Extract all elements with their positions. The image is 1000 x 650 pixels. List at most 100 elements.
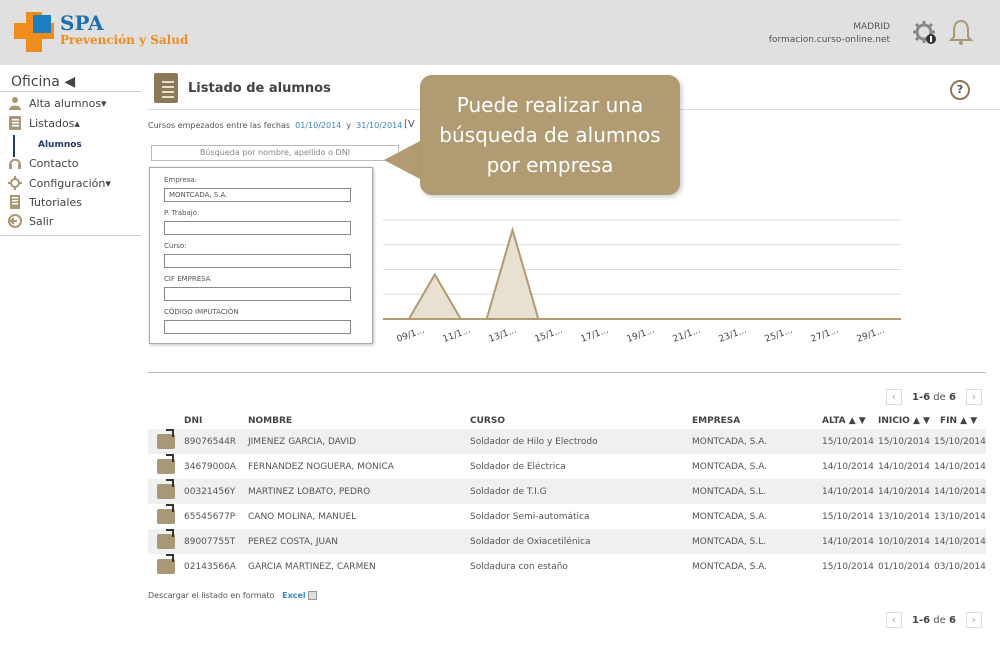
codigo-field[interactable] <box>164 320 351 334</box>
tick-label: 29/1... <box>856 326 886 345</box>
empresa-field[interactable]: MONTCADA, S.A. <box>164 188 351 202</box>
pager-text: 1-6 de 6 <box>912 614 956 626</box>
edit-student-icon[interactable] <box>157 554 175 574</box>
col-curso: CURSO <box>470 416 505 426</box>
search-input[interactable]: Búsqueda por nombre, apellido o DNI <box>151 145 399 161</box>
excel-icon[interactable] <box>308 591 318 600</box>
help-tooltip: Puede realizar una búsqueda de alumnos p… <box>420 75 680 195</box>
edit-student-icon[interactable] <box>157 529 175 549</box>
sidebar-item-alta-alumnos[interactable]: Alta alumnos▾ <box>8 96 107 110</box>
date-from[interactable]: 01/10/2014 <box>295 121 341 130</box>
table-row[interactable]: 89076544R JIMENEZ GARCIA, DAVID Soldador d… <box>148 429 986 454</box>
cif-label: CIF EMPRESA <box>164 275 211 283</box>
bell-icon[interactable] <box>948 18 974 46</box>
cell-alta: 14/10/2014 <box>822 462 874 472</box>
date-and: y <box>346 121 352 130</box>
cell-alta: 15/10/2014 <box>822 437 874 447</box>
tick-label: 17/1... <box>580 326 610 345</box>
gear-icon <box>8 176 22 190</box>
spa-logo[interactable] <box>14 12 54 52</box>
excel-link[interactable]: Excel <box>282 591 306 600</box>
cell-nombre: FERNANDEZ NOGUERA, MONICA <box>248 462 394 472</box>
sidebar-item-tutoriales[interactable]: Tutoriales <box>8 195 82 209</box>
cell-fin: 13/10/2014 <box>934 512 986 522</box>
pager-text: 1-6 de 6 <box>912 391 956 403</box>
table-row[interactable]: 89007755T PEREZ COSTA, JUAN Soldador de Ox… <box>148 529 986 554</box>
sidebar-divider <box>0 235 141 236</box>
sidebar-item-salir[interactable]: Salir <box>8 214 53 228</box>
cell-inicio: 15/10/2014 <box>878 437 930 447</box>
next-page-button[interactable]: › <box>965 389 982 405</box>
edit-student-icon[interactable] <box>157 504 175 524</box>
table-row[interactable]: 34679000A FERNANDEZ NOGUERA, MONICA Soldad… <box>148 454 986 479</box>
pager-bottom: ‹ 1-6 de 6 › <box>886 612 982 628</box>
sidebar-item-contacto[interactable]: Contacto <box>8 156 79 170</box>
edit-student-icon[interactable] <box>157 479 175 499</box>
edit-student-icon[interactable] <box>157 454 175 474</box>
cell-fin: 14/10/2014 <box>934 537 986 547</box>
sidebar-item-configuracion[interactable]: Configuración▾ <box>8 176 111 190</box>
settings-gear-icon[interactable] <box>912 20 938 46</box>
tooltip-line: Puede realizar una <box>456 93 644 117</box>
prev-page-button[interactable]: ‹ <box>886 389 902 405</box>
tick-label: 15/1... <box>534 326 564 345</box>
table-row[interactable]: 02143566A GARCIA MARTINEZ, CARMEN Soldadur… <box>148 554 986 579</box>
sidebar-item-label: Contacto <box>29 156 79 170</box>
cell-empresa: MONTCADA, S.A. <box>692 562 768 572</box>
col-inicio-sort[interactable]: INICIO ▲ ▼ <box>878 416 930 426</box>
cell-curso: Soldador de Oxiacetilénica <box>470 537 591 547</box>
tick-label: 25/1... <box>764 326 794 345</box>
trabajo-field[interactable] <box>164 221 351 235</box>
header-url: formacion.curso-online.net <box>768 35 890 45</box>
cif-field[interactable] <box>164 287 351 301</box>
curso-label: Curso: <box>164 242 187 250</box>
view-link[interactable]: [V <box>404 119 415 130</box>
date-to[interactable]: 31/10/2014 <box>356 121 402 130</box>
help-icon[interactable]: ? <box>950 80 970 100</box>
tick-label: 23/1... <box>718 326 748 345</box>
book-icon <box>8 195 22 209</box>
sidebar-item-label: Tutoriales <box>29 195 82 209</box>
col-nombre: NOMBRE <box>248 416 293 426</box>
date-range: Cursos empezados entre las fechas 01/10/… <box>148 121 402 130</box>
cell-fin: 03/10/2014 <box>934 562 986 572</box>
tick-label: 27/1... <box>810 326 840 345</box>
clipboard-icon <box>154 73 178 103</box>
cell-fin: 15/10/2014 <box>934 437 986 447</box>
export-line: Descargar el listado en formato Excel <box>148 591 318 600</box>
top-header: SPA Prevención y Salud MADRID formacion.… <box>0 0 1000 65</box>
table-header: DNI NOMBRE CURSO EMPRESA ALTA ▲ ▼ INICIO… <box>148 413 986 429</box>
tick-label: 13/1... <box>488 326 518 345</box>
cell-nombre: CANO MOLINA, MANUEL <box>248 512 357 522</box>
col-fin-sort[interactable]: FIN ▲ ▼ <box>940 416 977 426</box>
tick-label: 09/1... <box>396 326 426 345</box>
cell-dni: 89076544R <box>184 437 237 447</box>
sidebar-item-label: Configuración▾ <box>29 176 111 190</box>
cell-empresa: MONTCADA, S.L. <box>692 487 767 497</box>
cell-inicio: 10/10/2014 <box>878 537 930 547</box>
table-row[interactable]: 65545677P CANO MOLINA, MANUEL Soldador Sem… <box>148 504 986 529</box>
sidebar-item-listados[interactable]: Listados▴ <box>8 116 80 130</box>
cell-inicio: 14/10/2014 <box>878 487 930 497</box>
trabajo-label: P. Trabajo: <box>164 209 200 217</box>
export-label: Descargar el listado en formato <box>148 591 275 600</box>
cell-curso: Soldador de T.I.G <box>470 487 547 497</box>
next-page-button[interactable]: › <box>965 612 982 628</box>
tooltip-tail <box>384 140 422 180</box>
curso-field[interactable] <box>164 254 351 268</box>
tick-label: 11/1... <box>442 326 472 345</box>
tooltip-line: búsqueda de alumnos <box>439 123 661 147</box>
cell-curso: Soldador de Hilo y Electrodo <box>470 437 598 447</box>
sidebar-item-label: Listados▴ <box>29 116 80 130</box>
header-city: MADRID <box>853 22 890 32</box>
col-alta-sort[interactable]: ALTA ▲ ▼ <box>822 416 866 426</box>
edit-student-icon[interactable] <box>157 429 175 449</box>
prev-page-button[interactable]: ‹ <box>886 612 902 628</box>
codigo-label: CÓDIGO IMPUTACIÓN <box>164 308 239 316</box>
empresa-label: Empresa: <box>164 176 198 184</box>
sidebar-title[interactable]: Oficina ◀ <box>11 74 75 90</box>
sidebar-subitem-alumnos[interactable]: Alumnos <box>38 140 82 150</box>
cell-dni: 65545677P <box>184 512 236 522</box>
table-row[interactable]: 00321456Y MARTINEZ LOBATO, PEDRO Soldador … <box>148 479 986 504</box>
col-dni: DNI <box>184 416 203 426</box>
